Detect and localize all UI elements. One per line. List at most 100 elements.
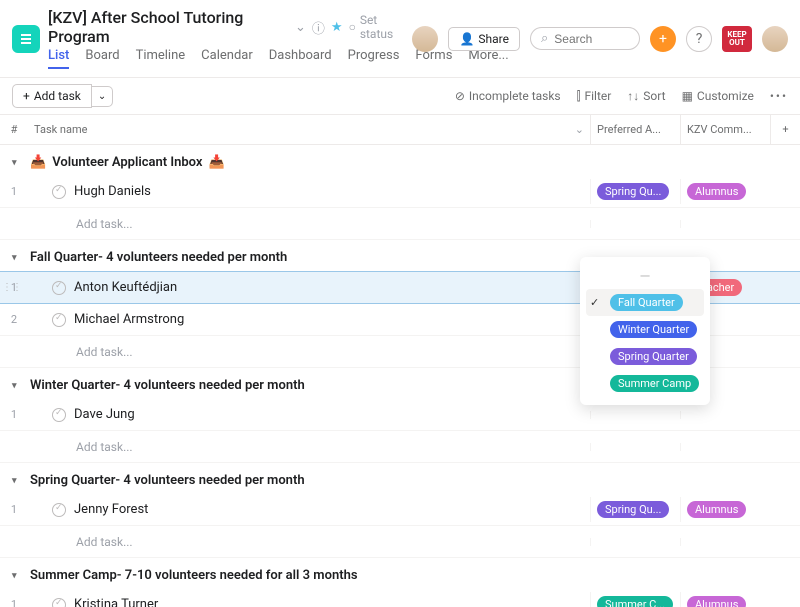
section-title: Spring Quarter- 4 volunteers needed per … <box>30 473 305 488</box>
search-box[interactable]: ⌕ <box>530 27 640 50</box>
share-button[interactable]: 👤 Share <box>448 27 520 51</box>
tag-pill: Alumnus <box>687 183 746 200</box>
project-icon[interactable] <box>12 25 40 53</box>
check-icon: ✓ <box>590 296 604 309</box>
add-task-placeholder: Add task... <box>52 345 133 359</box>
add-task-placeholder: Add task... <box>52 440 133 454</box>
complete-checkbox[interactable] <box>52 598 66 607</box>
toolbar: + Add task ⌄ ⊘ Incomplete tasks ⫿ Filter… <box>0 78 800 115</box>
collapse-caret-icon[interactable]: ▾ <box>12 476 24 486</box>
col-number: # <box>0 115 28 144</box>
project-title[interactable]: [KZV] After School Tutoring Program <box>48 8 289 46</box>
user-avatar[interactable] <box>762 26 788 52</box>
col-task-name[interactable]: Task name⌄ <box>28 115 590 144</box>
chevron-down-icon[interactable]: ⌄ <box>575 123 584 136</box>
collapse-caret-icon[interactable]: ▾ <box>12 381 24 391</box>
section-title: Winter Quarter- 4 volunteers needed per … <box>30 378 305 393</box>
tabs: List Board Timeline Calendar Dashboard Progre… <box>48 48 404 69</box>
section-header[interactable]: ▾ Spring Quarter- 4 volunteers needed per… <box>0 463 800 494</box>
sort-button[interactable]: ↑↓ Sort <box>627 89 665 103</box>
task-name[interactable]: Hugh Daniels <box>74 184 151 199</box>
option-pill: Summer Camp <box>610 375 699 392</box>
title-chevron-icon[interactable]: ⌄ <box>295 20 306 35</box>
tag-pill: Alumnus <box>687 501 746 518</box>
add-task-dropdown[interactable]: ⌄ <box>92 86 113 107</box>
more-actions-button[interactable]: ••• <box>770 89 788 103</box>
customize-label: Customize <box>697 89 754 103</box>
task-row[interactable]: 1 Kristina Turner Summer C... Alumnus <box>0 589 800 607</box>
complete-checkbox[interactable] <box>52 503 66 517</box>
search-input[interactable] <box>554 32 624 46</box>
help-button[interactable]: ? <box>686 26 712 52</box>
col-community[interactable]: KZV Comm... <box>680 115 770 144</box>
set-status-button[interactable]: ○ Set status <box>349 13 405 41</box>
task-name[interactable]: Jenny Forest <box>74 502 148 517</box>
add-task-label: Add task <box>34 89 81 103</box>
tab-board[interactable]: Board <box>85 48 119 69</box>
task-name[interactable]: Michael Armstrong <box>74 312 184 327</box>
section-header[interactable]: ▾ Summer Camp- 7-10 volunteers needed for… <box>0 558 800 589</box>
tag-pill: Summer C... <box>597 596 673 607</box>
complete-checkbox[interactable] <box>52 185 66 199</box>
share-label: Share <box>478 32 509 46</box>
customize-button[interactable]: ▦ Customize <box>682 89 754 103</box>
row-number: 1 <box>0 495 28 524</box>
row-number: 1 <box>0 590 28 607</box>
col-add[interactable]: + <box>770 115 800 144</box>
dropdown-option[interactable]: ✓ Fall Quarter <box>586 289 704 316</box>
inbox-emoji-icon: 📥 <box>30 155 46 170</box>
add-task-button[interactable]: + Add task <box>12 84 92 108</box>
drag-handle-icon[interactable]: ⋮⋮ <box>2 282 22 293</box>
filter-button[interactable]: ⫿ Filter <box>577 89 612 104</box>
task-name[interactable]: Dave Jung <box>74 407 135 422</box>
filter-label: Filter <box>584 89 611 103</box>
tag-pill: Spring Qu... <box>597 501 669 518</box>
preferred-dropdown-menu: — ✓ Fall Quarter Winter Quarter Spring Quar… <box>580 257 710 405</box>
member-avatar[interactable] <box>412 26 438 52</box>
add-task-row[interactable]: Add task... <box>0 526 800 558</box>
tab-list[interactable]: List <box>48 48 69 69</box>
info-icon[interactable]: ⓘ <box>312 18 325 37</box>
add-task-row[interactable]: Add task... <box>0 431 800 463</box>
option-pill: Fall Quarter <box>610 294 683 311</box>
set-status-label: Set status <box>360 13 405 41</box>
task-name[interactable]: Anton Keuftédjian <box>74 280 177 295</box>
row-number: 2 <box>0 305 28 334</box>
sort-label: Sort <box>643 89 665 103</box>
add-task-placeholder: Add task... <box>52 535 133 549</box>
row-number: 1 <box>0 177 28 206</box>
tag-pill: Alumnus <box>687 596 746 607</box>
option-pill: Winter Quarter <box>610 321 697 338</box>
complete-checkbox[interactable] <box>52 313 66 327</box>
section-title: Volunteer Applicant Inbox <box>52 155 202 170</box>
section-title: Summer Camp- 7-10 volunteers needed for … <box>30 568 358 583</box>
dropdown-placeholder: — <box>586 265 704 289</box>
section-title: Fall Quarter- 4 volunteers needed per mo… <box>30 250 287 265</box>
section-header[interactable]: ▾📥Volunteer Applicant Inbox📥 <box>0 145 800 176</box>
top-header: [KZV] After School Tutoring Program ⌄ ⓘ … <box>0 0 800 78</box>
task-row[interactable]: 1 Jenny Forest Spring Qu... Alumnus <box>0 494 800 526</box>
incomplete-label: Incomplete tasks <box>469 89 561 103</box>
incomplete-filter[interactable]: ⊘ Incomplete tasks <box>455 89 561 103</box>
dropdown-option[interactable]: Spring Quarter <box>586 343 704 370</box>
global-add-button[interactable]: + <box>650 26 676 52</box>
complete-checkbox[interactable] <box>52 281 66 295</box>
tab-progress[interactable]: Progress <box>348 48 400 69</box>
collapse-caret-icon[interactable]: ▾ <box>12 158 24 168</box>
tab-calendar[interactable]: Calendar <box>201 48 253 69</box>
collapse-caret-icon[interactable]: ▾ <box>12 253 24 263</box>
star-icon[interactable]: ★ <box>331 20 343 35</box>
dropdown-option[interactable]: Summer Camp <box>586 370 704 397</box>
dropdown-option[interactable]: Winter Quarter <box>586 316 704 343</box>
add-task-placeholder: Add task... <box>52 217 133 231</box>
option-pill: Spring Quarter <box>610 348 697 365</box>
col-preferred[interactable]: Preferred A... <box>590 115 680 144</box>
tab-timeline[interactable]: Timeline <box>136 48 186 69</box>
add-task-row[interactable]: Add task... <box>0 208 800 240</box>
task-name[interactable]: Kristina Turner <box>74 597 158 607</box>
complete-checkbox[interactable] <box>52 408 66 422</box>
collapse-caret-icon[interactable]: ▾ <box>12 571 24 581</box>
task-row[interactable]: 1Hugh DanielsSpring Qu...Alumnus <box>0 176 800 208</box>
tab-dashboard[interactable]: Dashboard <box>269 48 332 69</box>
keepout-badge: KEEP OUT <box>722 26 752 52</box>
